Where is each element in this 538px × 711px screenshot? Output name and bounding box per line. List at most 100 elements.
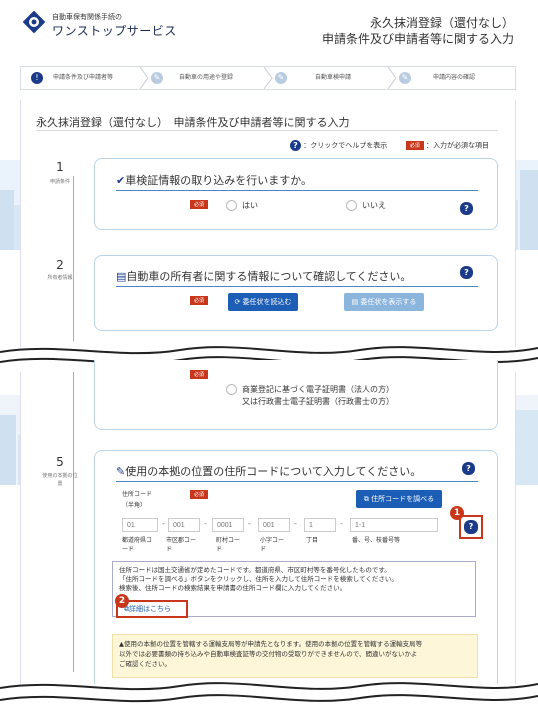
warning-line: ご確認ください。: [119, 660, 171, 668]
warning-box: ▲使用の本拠の位置を管轄する運輸支局等が申請先となります。使用の本拠の位置を管轄…: [112, 634, 478, 678]
separator: -: [294, 519, 297, 528]
required-badge: 必須: [190, 200, 209, 209]
title-divider: [36, 130, 498, 131]
city-code-input[interactable]: [168, 518, 200, 532]
pencil-icon: ✎: [151, 72, 163, 84]
section-2-label: 所有者情報: [47, 275, 73, 281]
info-line: 検索後、住所コードの検索結果を申請書の住所コード欄に入力してください。: [119, 584, 347, 592]
callout-2-badge: 2: [115, 594, 129, 608]
screenshot-stage: 自動車保有関係手続の ワンストップサービス 永久抹消登録（還付なし） 申請条件及…: [0, 0, 538, 711]
warning-line: ▲使用の本拠の位置を管轄する運輸支局等が申請先となります。使用の本拠の位置を管轄…: [119, 640, 423, 648]
address-code-label: 住所コード: [122, 491, 153, 498]
warning-line: 以外では必要書類の持ち込みや自動車検査証等の交付物の受取りができませんので、間違…: [119, 650, 418, 658]
section-2-number: 2: [56, 258, 64, 272]
cut-divider: [0, 682, 538, 711]
step-3: ✎ 自動車検申請: [269, 67, 397, 89]
document-icon: ▤: [116, 270, 127, 283]
edit-icon: ✎: [116, 465, 126, 478]
pencil-icon: ✎: [275, 72, 287, 84]
corporate-cert-line1[interactable]: 商業登記に基づく電子証明書（法人の方）: [242, 384, 394, 395]
section-2-title: ▤自動車の所有者に関する情報について確認してください。: [116, 268, 411, 284]
check-icon: ✔: [116, 174, 126, 187]
address-code-sublabel: （半角）: [122, 502, 147, 509]
required-badge: 必須: [405, 141, 424, 150]
refresh-icon: ⟳: [234, 298, 241, 306]
section-2-title-text: 自動車の所有者に関する情報について確認してください。: [126, 270, 412, 283]
block-number-input[interactable]: [350, 518, 438, 532]
logo-icon: [22, 10, 46, 34]
block-number-label: 番、号、枝番号等: [352, 537, 401, 544]
page-title: 永久抹消登録（還付なし） 申請条件及び申請者等に関する入力: [36, 116, 350, 129]
progress-steps: ! 申請条件及び申請者等 ✎ 自動車の用途や登録 ✎ 自動車検申請 ✎ 申請内容…: [20, 66, 516, 90]
logo-subtitle: 自動車保有関係手続の: [52, 13, 122, 21]
required-badge: 必須: [190, 370, 209, 379]
pencil-icon: ✎: [399, 72, 411, 84]
city-code-label: 市区郡コード: [166, 537, 197, 553]
prefecture-code-input[interactable]: [122, 518, 158, 532]
radio-no-label[interactable]: いいえ: [362, 200, 386, 211]
radio-no[interactable]: [346, 200, 357, 211]
section-1-title-text: 車検証情報の取り込みを行いますか。: [125, 174, 312, 187]
help-icon[interactable]: ?: [464, 520, 478, 534]
separator: -: [162, 519, 165, 528]
step-4-label: 申請内容の確認: [433, 74, 476, 81]
step-2-label: 自動車の用途や登録: [179, 74, 234, 81]
corporate-cert-line2[interactable]: 又は行政書士電子証明書（行政書士の方）: [242, 396, 394, 407]
radio-corporate-cert[interactable]: [226, 384, 237, 395]
page-heading-line1: 永久抹消登録（還付なし）: [369, 16, 514, 30]
section-1-card: [94, 158, 498, 230]
step-3-label: 自動車検申請: [315, 74, 352, 81]
help-icon: ?: [290, 140, 301, 151]
step-4: ✎ 申請内容の確認: [393, 67, 515, 89]
section-4-card: [94, 360, 498, 430]
callout-1-badge: 1: [450, 506, 464, 520]
town-code-label: 町村コード: [216, 537, 241, 553]
subarea-code-label: 小字コード: [260, 537, 285, 553]
help-icon[interactable]: ?: [462, 462, 475, 475]
help-legend-text: ：クリックでヘルプを表示: [303, 141, 388, 150]
section-5-title: ✎使用の本拠の位置の住所コードについて入力してください。: [116, 463, 421, 479]
window-icon: ⧉: [363, 495, 369, 503]
radio-yes-label[interactable]: はい: [242, 200, 258, 211]
legend: ? ：クリックでヘルプを表示 必須 ：入力が必須な項目: [290, 140, 489, 151]
page-heading-line2: 申請条件及び申請者等に関する入力: [321, 32, 514, 46]
separator: -: [248, 519, 251, 528]
lookup-address-button[interactable]: ⧉ 住所コードを調べる: [356, 490, 442, 508]
document-icon: ▤: [351, 298, 359, 306]
radio-yes[interactable]: [226, 200, 237, 211]
help-icon[interactable]: ?: [460, 266, 473, 279]
site-header: 自動車保有関係手続の ワンストップサービス 永久抹消登録（還付なし） 申請条件及…: [0, 0, 538, 62]
show-proxy-label: 委任状を表示する: [360, 298, 417, 306]
chome-input[interactable]: [304, 518, 336, 532]
section-1-title: ✔車検証情報の取り込みを行いますか。: [116, 172, 312, 188]
step-1-label: 申請条件及び申請者等: [53, 74, 114, 81]
required-legend-text: ：入力が必須な項目: [425, 141, 489, 150]
load-proxy-label: 委任状を読込む: [242, 298, 292, 306]
logo-title[interactable]: ワンストップサービス: [52, 22, 177, 39]
section-5-label: 使用の本拠の位置: [42, 473, 78, 487]
load-proxy-button[interactable]: ⟳ 委任状を読込む: [228, 293, 298, 311]
detail-link[interactable]: ⧉詳細はこちら: [124, 604, 171, 614]
step-2: ✎ 自動車の用途や登録: [145, 67, 273, 89]
required-badge: 必須: [190, 296, 209, 305]
required-badge: 必須: [190, 490, 209, 499]
info-line: 「住所コードを調べる」ボタンをクリックし、住所を入力して住所コードを検索してくだ…: [119, 575, 398, 583]
lookup-address-label: 住所コードを調べる: [371, 495, 435, 503]
detail-link-text: 詳細はこちら: [129, 605, 171, 613]
step-1: ! 申請条件及び申請者等: [21, 67, 149, 89]
section-5-title-text: 使用の本拠の位置の住所コードについて入力してください。: [125, 465, 422, 478]
prefecture-code-label: 都道府県コード: [122, 537, 153, 553]
separator: -: [340, 519, 343, 528]
section-1-number: 1: [56, 160, 64, 174]
section-1-divider: [116, 190, 478, 191]
section-2-divider: [116, 286, 478, 287]
town-code-input[interactable]: [212, 518, 244, 532]
subarea-code-input[interactable]: [258, 518, 290, 532]
show-proxy-button[interactable]: ▤ 委任状を表示する: [344, 293, 424, 311]
help-icon[interactable]: ?: [460, 202, 473, 215]
info-line: 住所コードは国土交通省が定めたコードです。都道府県、市区町村等を番号化したもので…: [119, 566, 391, 574]
timeline-line: [73, 372, 74, 672]
section-1-label: 申請条件: [49, 179, 70, 185]
section-5-number: 5: [56, 455, 64, 469]
chome-label: 丁目: [306, 537, 319, 544]
